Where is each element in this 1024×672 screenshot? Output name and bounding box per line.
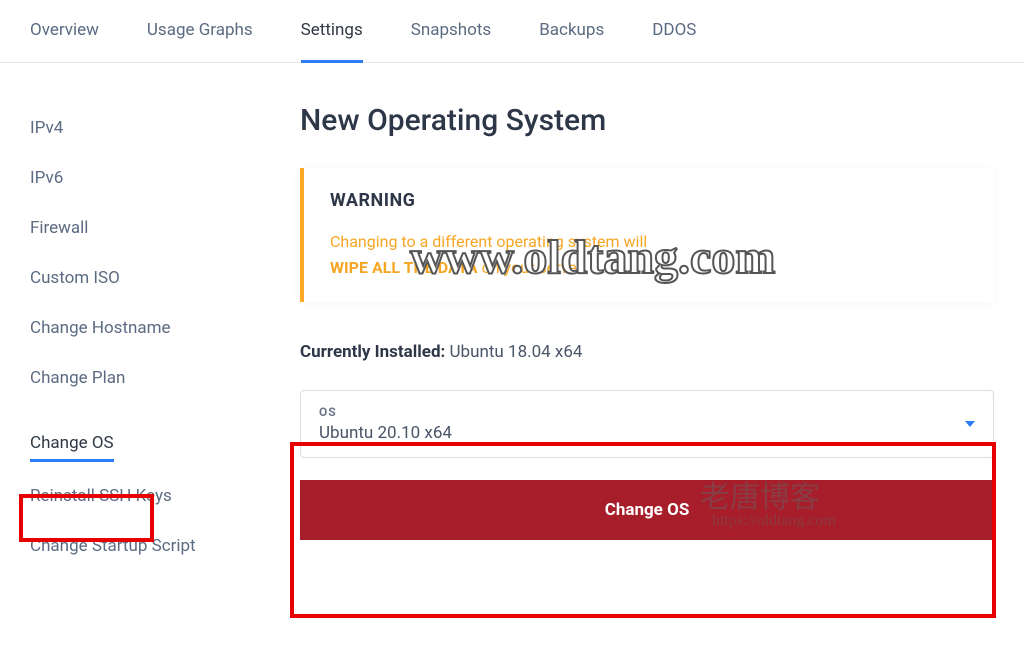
warning-box: WARNING Changing to a different operatin… [300, 168, 994, 302]
sidebar: IPv4 IPv6 Firewall Custom ISO Change Hos… [30, 103, 270, 571]
tab-ddos[interactable]: DDOS [652, 20, 696, 62]
tab-settings[interactable]: Settings [301, 20, 363, 63]
content-area: IPv4 IPv6 Firewall Custom ISO Change Hos… [0, 63, 1024, 571]
sidebar-item-ipv6[interactable]: IPv6 [30, 153, 270, 203]
currently-label: Currently Installed: [300, 342, 445, 362]
warning-line1: Changing to a different operating system… [330, 232, 647, 251]
tab-backups[interactable]: Backups [539, 20, 604, 62]
sidebar-item-firewall[interactable]: Firewall [30, 203, 270, 253]
top-nav: Overview Usage Graphs Settings Snapshots… [0, 0, 1024, 63]
sidebar-item-change-hostname[interactable]: Change Hostname [30, 303, 270, 353]
currently-installed: Currently Installed: Ubuntu 18.04 x64 [300, 342, 994, 362]
warning-heading: WARNING [330, 190, 968, 211]
tab-snapshots[interactable]: Snapshots [411, 20, 491, 62]
os-select-value: Ubuntu 20.10 x64 [319, 423, 452, 443]
warning-strong: WIPE ALL THE DATA [330, 258, 478, 277]
sidebar-item-change-plan[interactable]: Change Plan [30, 353, 270, 403]
sidebar-item-change-os[interactable]: Change OS [30, 418, 114, 462]
main-content: New Operating System WARNING Changing to… [270, 103, 994, 571]
sidebar-item-reinstall-ssh-keys[interactable]: Reinstall SSH Keys [30, 471, 270, 521]
sidebar-item-custom-iso[interactable]: Custom ISO [30, 253, 270, 303]
chevron-down-icon [965, 421, 975, 427]
page-title: New Operating System [300, 103, 994, 138]
currently-value: Ubuntu 18.04 x64 [450, 342, 583, 362]
os-select[interactable]: OS Ubuntu 20.10 x64 [300, 390, 994, 458]
sidebar-item-change-startup-script[interactable]: Change Startup Script [30, 521, 270, 571]
warning-text: Changing to a different operating system… [330, 229, 968, 280]
warning-suffix: on your server. [478, 258, 586, 277]
tab-overview[interactable]: Overview [30, 20, 99, 62]
sidebar-item-ipv4[interactable]: IPv4 [30, 103, 270, 153]
change-os-button[interactable]: Change OS [300, 480, 994, 540]
tab-usage-graphs[interactable]: Usage Graphs [147, 20, 253, 62]
os-select-label: OS [319, 405, 452, 419]
